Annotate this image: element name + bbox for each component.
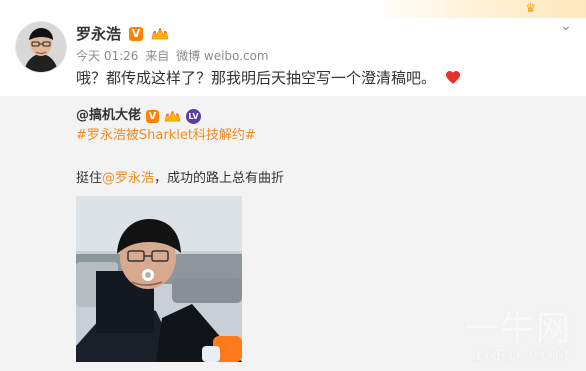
repost-text: 挺住@罗永浩，成功的路上总有曲折 — [76, 170, 284, 188]
avatar[interactable] — [16, 22, 66, 72]
weibo-post-card: ♛ ⌄ 罗永浩 V 今天 01:26 来自 微博 weibo.com 哦？都传成… — [0, 0, 586, 371]
repost-text-prefix: 挺住 — [76, 171, 103, 186]
mention-link[interactable]: @罗永浩 — [102, 171, 154, 186]
post-text: 哦？都传成这样了？那我明后天抽空写一个澄清稿吧。 — [76, 66, 461, 90]
avatar-portrait — [16, 22, 66, 72]
watermark-sub: 16RD.COM — [472, 346, 570, 364]
crown-icon — [151, 28, 169, 40]
repost-photo[interactable] — [76, 196, 242, 362]
watermark-main: 一牛网 — [464, 309, 572, 349]
post-text-content: 哦？都传成这样了？那我明后天抽空写一个澄清稿吧。 — [76, 69, 437, 87]
repost-author-name[interactable]: @搞机大佬 — [76, 107, 141, 125]
post-header: 罗永浩 V 今天 01:26 来自 微博 weibo.com — [76, 24, 496, 68]
post-source[interactable]: 微博 weibo.com — [176, 49, 269, 63]
post-meta: 今天 01:26 来自 微博 weibo.com — [76, 48, 272, 64]
repost-verified-badge: V — [146, 109, 160, 123]
post-time[interactable]: 今天 01:26 — [76, 49, 138, 63]
decorative-top-ribbon: ♛ — [376, 0, 586, 18]
crown-icon: ♛ — [525, 1, 536, 15]
author-name[interactable]: 罗永浩 — [76, 24, 121, 44]
author-row: 罗永浩 V — [76, 24, 169, 44]
repost-text-suffix: ，成功的路上总有曲折 — [154, 171, 285, 186]
hashtag-link[interactable]: #罗永浩被Sharklet科技解约# — [76, 127, 256, 145]
heart-icon — [445, 71, 460, 84]
repost-author-row: @搞机大佬 V LV — [76, 107, 202, 125]
photo-illustration — [76, 196, 242, 362]
site-watermark: 一牛网 16RD.COM — [406, 311, 576, 365]
crown-icon — [164, 110, 181, 122]
chevron-down-icon[interactable]: ⌄ — [558, 18, 574, 34]
verified-badge: V — [129, 27, 144, 41]
source-prefix: 来自 — [145, 49, 170, 63]
level-badge: LV — [186, 108, 202, 124]
